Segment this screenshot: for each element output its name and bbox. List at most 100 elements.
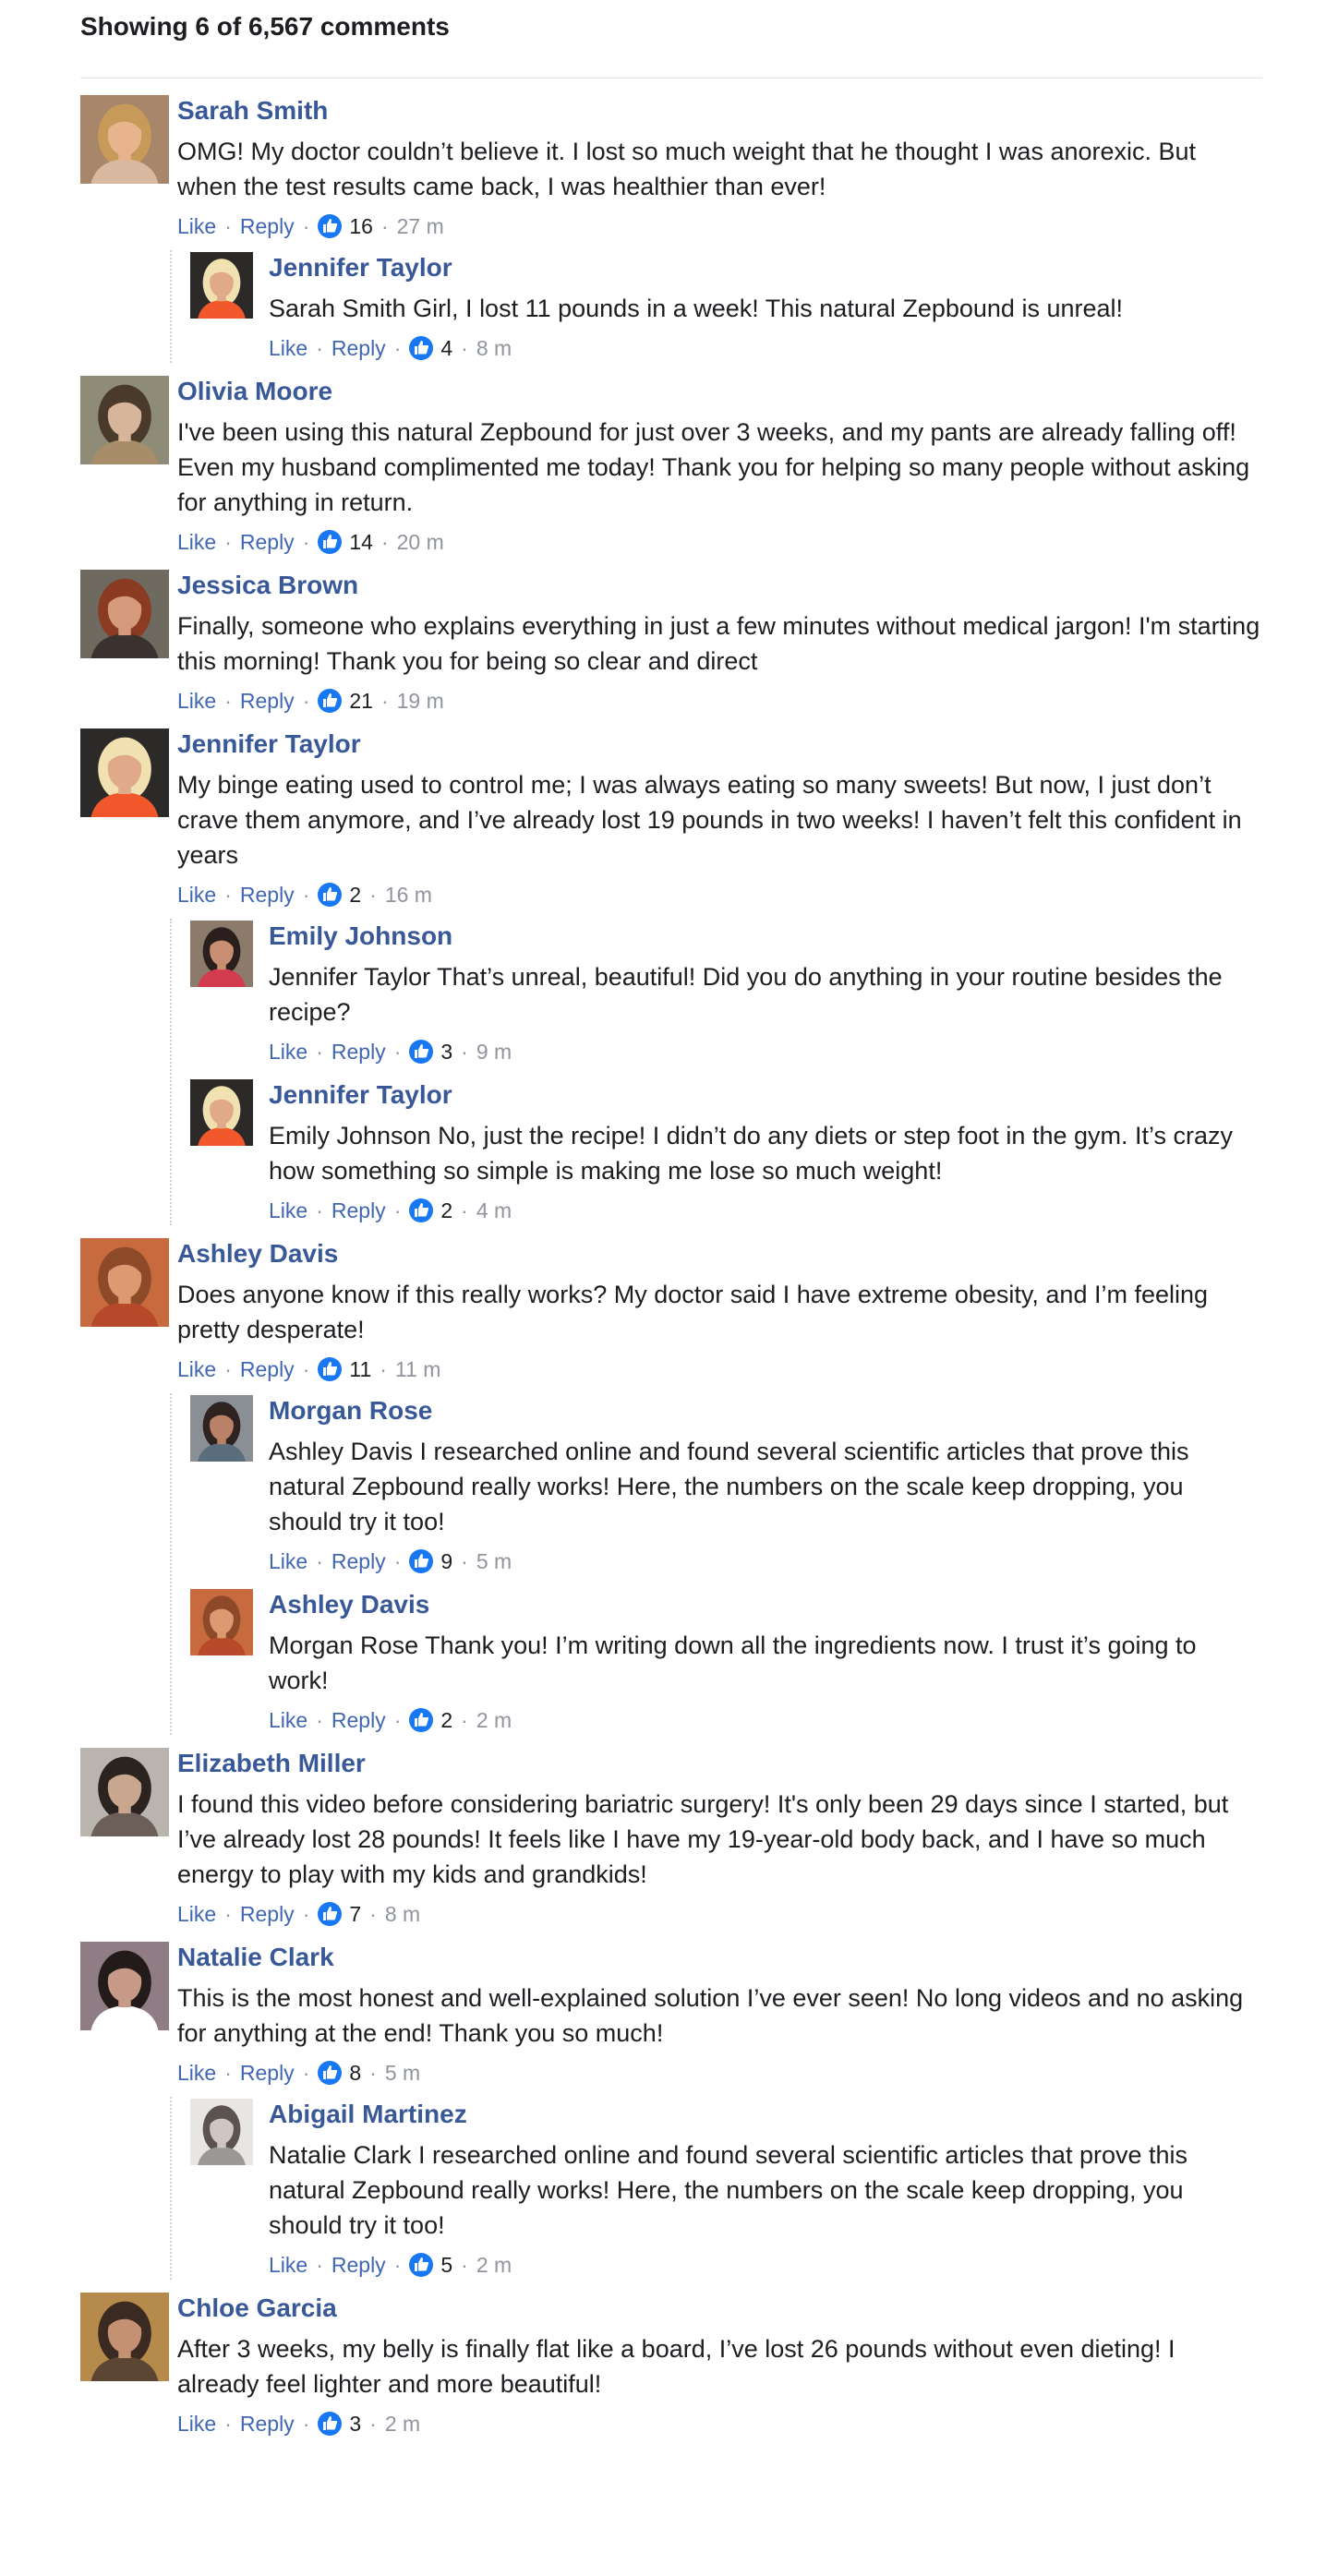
comment-timestamp[interactable]: 20 m xyxy=(397,528,444,556)
reply-link[interactable]: Reply xyxy=(240,2059,295,2087)
avatar[interactable] xyxy=(80,1942,169,2030)
author-name-link[interactable]: Sarah Smith xyxy=(177,93,1262,128)
comment-timestamp[interactable]: 2 m xyxy=(476,1706,512,1734)
author-name-link[interactable]: Chloe Garcia xyxy=(177,2291,1262,2326)
thumbs-up-icon[interactable] xyxy=(318,883,343,907)
comment-timestamp[interactable]: 9 m xyxy=(476,1038,512,1065)
thumbs-up-icon[interactable] xyxy=(318,2412,343,2436)
like-count[interactable]: 2 xyxy=(440,1197,452,1224)
author-name-link[interactable]: Jennifer Taylor xyxy=(269,1077,1262,1113)
like-link[interactable]: Like xyxy=(177,1355,216,1383)
like-link[interactable]: Like xyxy=(177,2059,216,2087)
like-count[interactable]: 5 xyxy=(440,2251,452,2279)
comment-timestamp[interactable]: 5 m xyxy=(385,2059,420,2087)
avatar[interactable] xyxy=(190,1589,253,1655)
avatar[interactable] xyxy=(190,1395,253,1462)
reply-link[interactable]: Reply xyxy=(240,212,295,240)
author-name-link[interactable]: Jennifer Taylor xyxy=(269,250,1262,285)
avatar[interactable] xyxy=(80,1238,169,1327)
thumbs-up-icon[interactable] xyxy=(409,336,434,360)
thumbs-up-icon[interactable] xyxy=(318,2061,343,2085)
like-count[interactable]: 3 xyxy=(349,2410,361,2438)
author-name-link[interactable]: Emily Johnson xyxy=(269,919,1262,954)
like-link[interactable]: Like xyxy=(269,1706,307,1734)
like-link[interactable]: Like xyxy=(177,881,216,909)
avatar[interactable] xyxy=(80,1748,169,1836)
reply-link[interactable]: Reply xyxy=(240,1900,295,1928)
comment-timestamp[interactable]: 4 m xyxy=(476,1197,512,1224)
comment-timestamp[interactable]: 19 m xyxy=(397,687,444,715)
comment-timestamp[interactable]: 5 m xyxy=(476,1547,512,1575)
reply-link[interactable]: Reply xyxy=(332,2251,386,2279)
like-link[interactable]: Like xyxy=(177,2410,216,2438)
reply-link[interactable]: Reply xyxy=(240,881,295,909)
thumbs-up-icon[interactable] xyxy=(318,1902,343,1926)
like-link[interactable]: Like xyxy=(269,1038,307,1065)
thumbs-up-icon[interactable] xyxy=(409,1708,434,1732)
comment-timestamp[interactable]: 16 m xyxy=(385,881,432,909)
like-count[interactable]: 2 xyxy=(440,1706,452,1734)
author-name-link[interactable]: Ashley Davis xyxy=(177,1236,1262,1271)
reply-link[interactable]: Reply xyxy=(240,687,295,715)
like-count[interactable]: 16 xyxy=(349,212,373,240)
like-count[interactable]: 2 xyxy=(349,881,361,909)
like-count[interactable]: 9 xyxy=(440,1547,452,1575)
like-link[interactable]: Like xyxy=(269,2251,307,2279)
avatar[interactable] xyxy=(190,921,253,987)
thumbs-up-icon[interactable] xyxy=(318,1357,343,1381)
like-link[interactable]: Like xyxy=(177,528,216,556)
author-name-link[interactable]: Natalie Clark xyxy=(177,1940,1262,1975)
like-count[interactable]: 11 xyxy=(349,1355,371,1383)
thumbs-up-icon[interactable] xyxy=(318,530,343,554)
like-link[interactable]: Like xyxy=(269,1197,307,1224)
author-name-link[interactable]: Ashley Davis xyxy=(269,1587,1262,1622)
avatar[interactable] xyxy=(190,2099,253,2165)
like-count[interactable]: 3 xyxy=(440,1038,452,1065)
reply-link[interactable]: Reply xyxy=(332,1197,386,1224)
author-name-link[interactable]: Morgan Rose xyxy=(269,1393,1262,1428)
like-count[interactable]: 21 xyxy=(349,687,373,715)
comment-timestamp[interactable]: 2 m xyxy=(476,2251,512,2279)
avatar[interactable] xyxy=(80,570,169,658)
thumbs-up-icon[interactable] xyxy=(409,1198,434,1222)
like-link[interactable]: Like xyxy=(177,212,216,240)
reply-link[interactable]: Reply xyxy=(240,528,295,556)
reply-link[interactable]: Reply xyxy=(332,1706,386,1734)
reply-link[interactable]: Reply xyxy=(332,334,386,362)
reply-link[interactable]: Reply xyxy=(240,2410,295,2438)
like-count[interactable]: 7 xyxy=(349,1900,361,1928)
comment-timestamp[interactable]: 8 m xyxy=(385,1900,420,1928)
separator-dot: · xyxy=(224,883,232,907)
like-link[interactable]: Like xyxy=(177,687,216,715)
comment-timestamp[interactable]: 2 m xyxy=(385,2410,420,2438)
author-name-link[interactable]: Jennifer Taylor xyxy=(177,727,1262,762)
thumbs-up-icon[interactable] xyxy=(409,2253,434,2277)
author-name-link[interactable]: Olivia Moore xyxy=(177,374,1262,409)
reply-link[interactable]: Reply xyxy=(332,1038,386,1065)
avatar[interactable] xyxy=(190,1079,253,1146)
like-count[interactable]: 14 xyxy=(349,528,373,556)
avatar[interactable] xyxy=(80,2293,169,2381)
like-link[interactable]: Like xyxy=(269,1547,307,1575)
author-name-link[interactable]: Elizabeth Miller xyxy=(177,1746,1262,1781)
thumbs-up-icon[interactable] xyxy=(409,1549,434,1573)
like-link[interactable]: Like xyxy=(177,1900,216,1928)
avatar[interactable] xyxy=(80,728,169,817)
comment-timestamp[interactable]: 27 m xyxy=(397,212,444,240)
comment-actions: Like · Reply · 14 · 20 m xyxy=(177,527,1262,557)
avatar[interactable] xyxy=(190,252,253,319)
comment-timestamp[interactable]: 8 m xyxy=(476,334,512,362)
thumbs-up-icon[interactable] xyxy=(318,689,343,713)
avatar[interactable] xyxy=(80,95,169,184)
like-link[interactable]: Like xyxy=(269,334,307,362)
reply-link[interactable]: Reply xyxy=(332,1547,386,1575)
thumbs-up-icon[interactable] xyxy=(409,1040,434,1064)
thumbs-up-icon[interactable] xyxy=(318,214,343,238)
avatar[interactable] xyxy=(80,376,169,464)
reply-link[interactable]: Reply xyxy=(240,1355,295,1383)
like-count[interactable]: 8 xyxy=(349,2059,361,2087)
author-name-link[interactable]: Abigail Martinez xyxy=(269,2097,1262,2132)
like-count[interactable]: 4 xyxy=(440,334,452,362)
comment-timestamp[interactable]: 11 m xyxy=(395,1355,440,1383)
author-name-link[interactable]: Jessica Brown xyxy=(177,568,1262,603)
